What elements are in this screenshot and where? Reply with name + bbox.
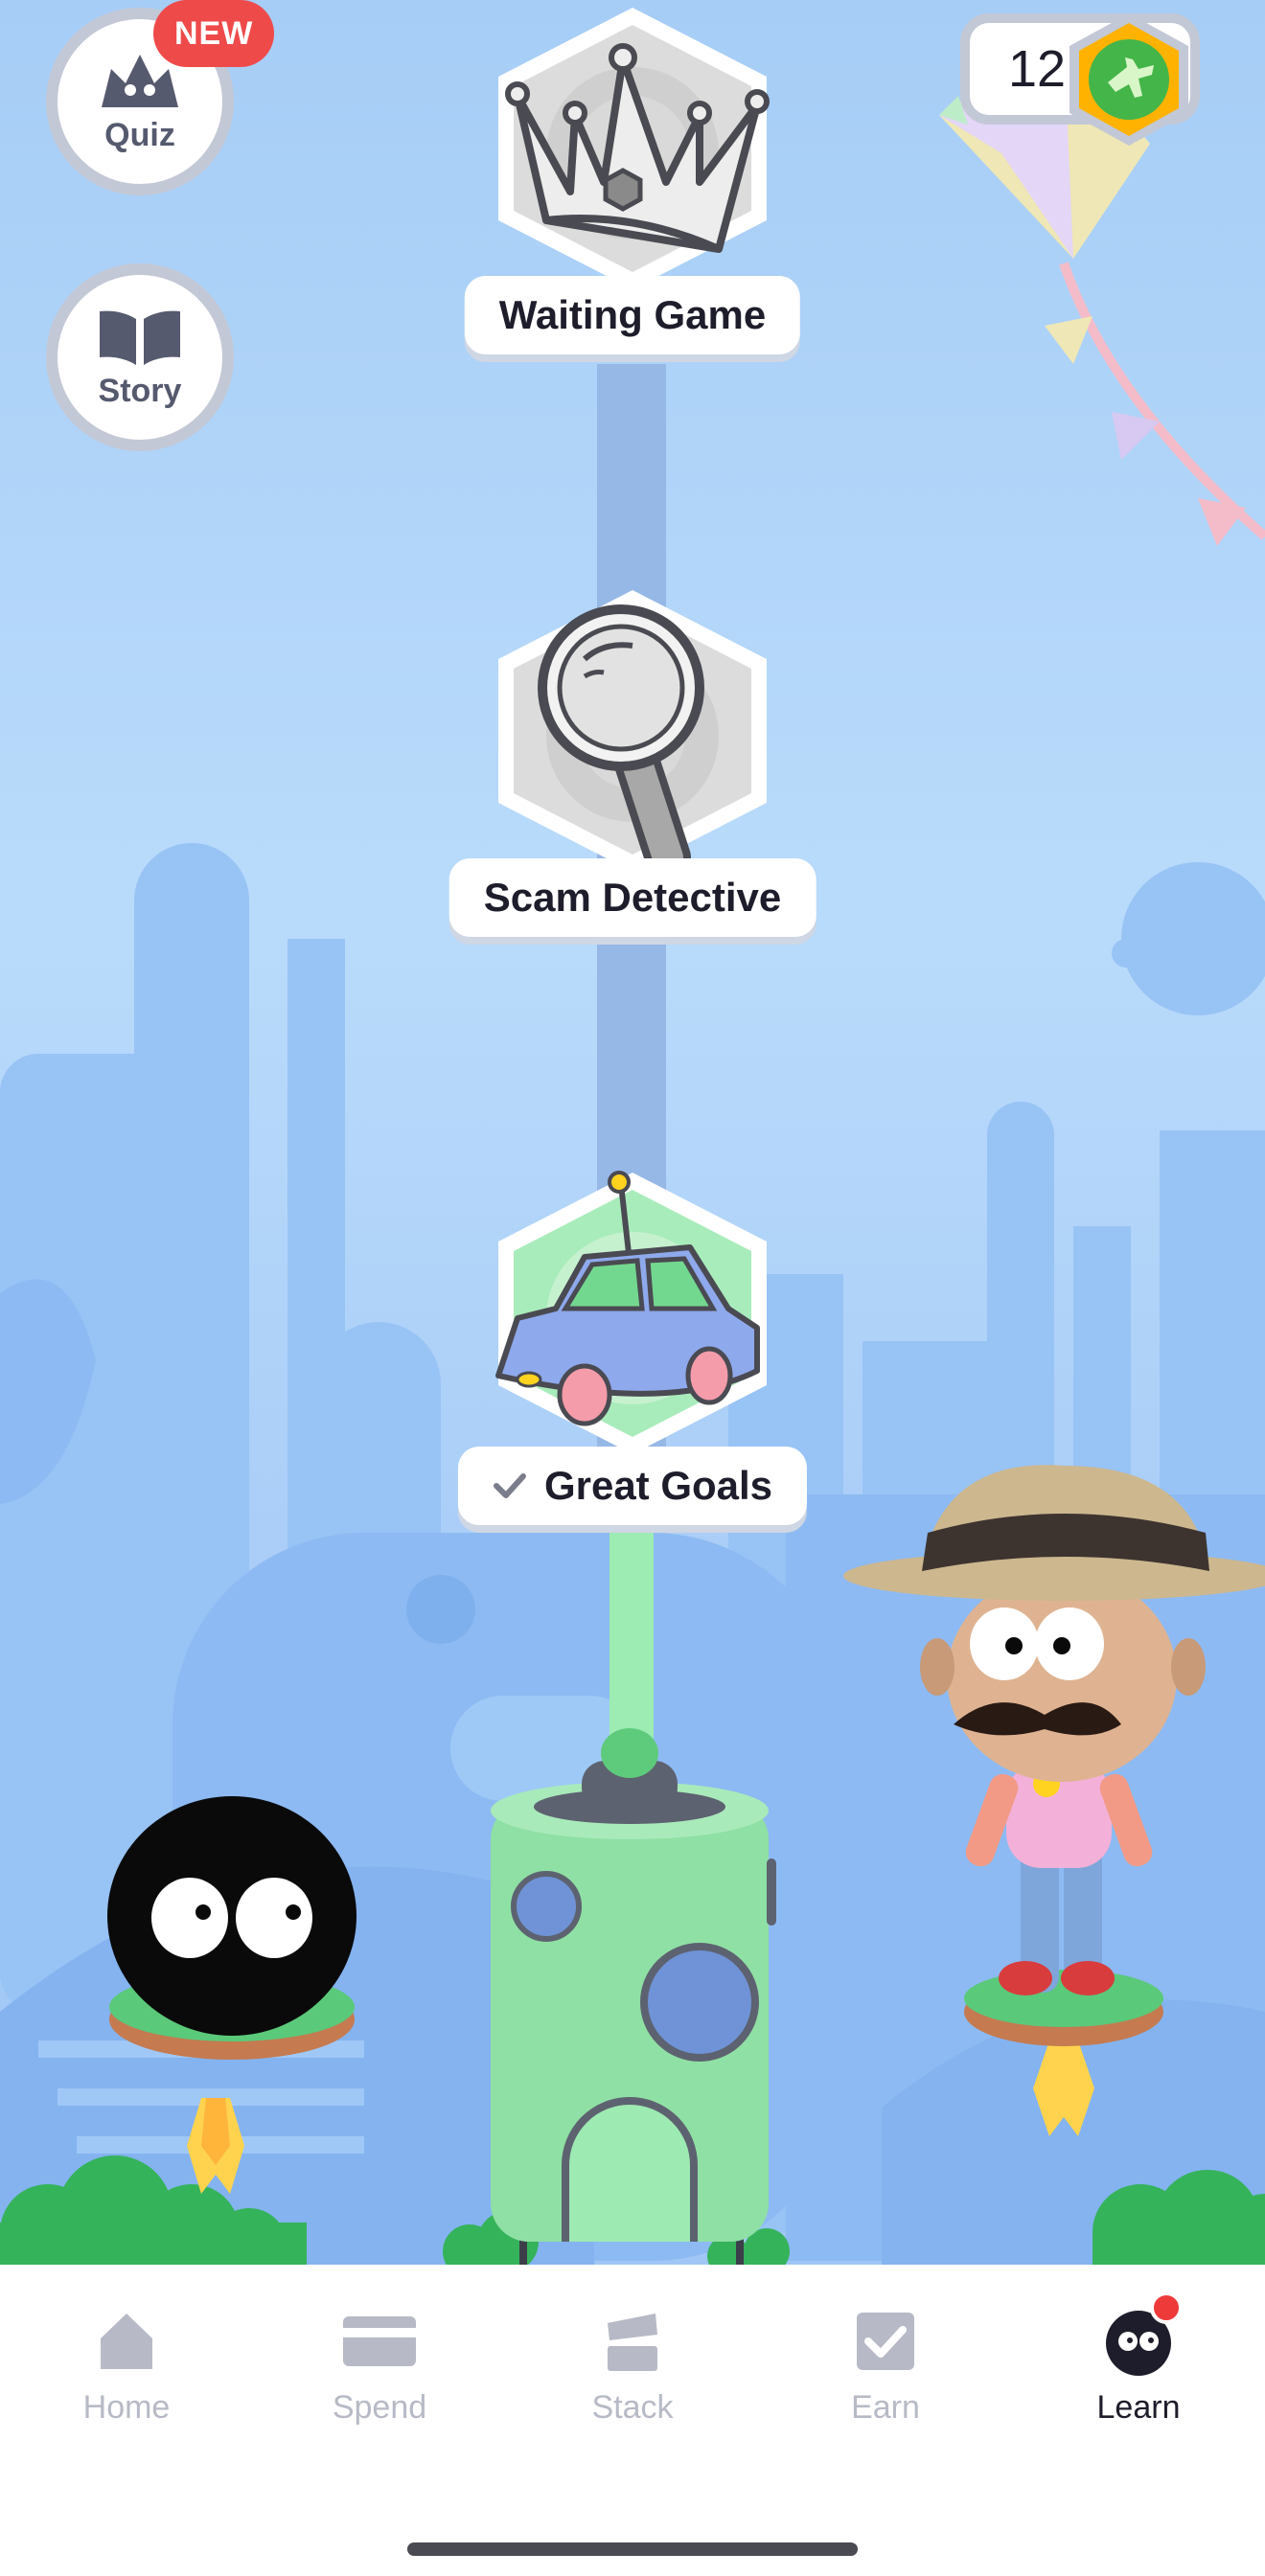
- rocket-house: [491, 1728, 776, 2265]
- tab-label: Earn: [851, 2389, 920, 2426]
- notification-dot: [1150, 2291, 1183, 2324]
- bottom-tab-bar: Home Spend Stack Earn Learn: [0, 2265, 1265, 2576]
- level-scam-detective[interactable]: Scam Detective: [0, 582, 1265, 966]
- learn-scene: Quiz NEW Story 12 Waiting Game Scam Dete…: [0, 0, 1265, 2265]
- level-title-pill[interactable]: Scam Detective: [448, 858, 816, 937]
- tab-earn[interactable]: Earn: [759, 2303, 1012, 2456]
- level-title: Waiting Game: [498, 292, 767, 337]
- learn-blob-icon: [1100, 2291, 1183, 2380]
- card-icon: [341, 2303, 418, 2380]
- home-indicator[interactable]: [407, 2542, 858, 2556]
- crown-icon: [498, 8, 770, 289]
- tab-label: Home: [82, 2389, 171, 2426]
- tab-label: Stack: [591, 2389, 674, 2426]
- check-icon: [493, 1473, 526, 1498]
- tab-learn[interactable]: Learn: [1012, 2291, 1265, 2456]
- level-title: Scam Detective: [483, 875, 782, 920]
- tab-label: Spend: [332, 2389, 427, 2426]
- level-title: Great Goals: [543, 1463, 773, 1508]
- home-icon: [88, 2303, 165, 2380]
- magnifier-icon: [498, 590, 767, 881]
- toy-car-icon: [495, 1171, 767, 1454]
- tab-spend[interactable]: Spend: [253, 2303, 506, 2456]
- level-great-goals[interactable]: Great Goals: [0, 1165, 1265, 1548]
- level-title-pill[interactable]: Waiting Game: [464, 276, 801, 354]
- tab-stack[interactable]: Stack: [506, 2303, 759, 2456]
- tab-label: Learn: [1096, 2389, 1181, 2426]
- checkbox-icon: [847, 2303, 924, 2380]
- stack-icon: [594, 2303, 671, 2380]
- level-title-pill[interactable]: Great Goals: [457, 1447, 808, 1525]
- tab-home[interactable]: Home: [0, 2303, 253, 2456]
- level-waiting-game[interactable]: Waiting Game: [0, 0, 1265, 383]
